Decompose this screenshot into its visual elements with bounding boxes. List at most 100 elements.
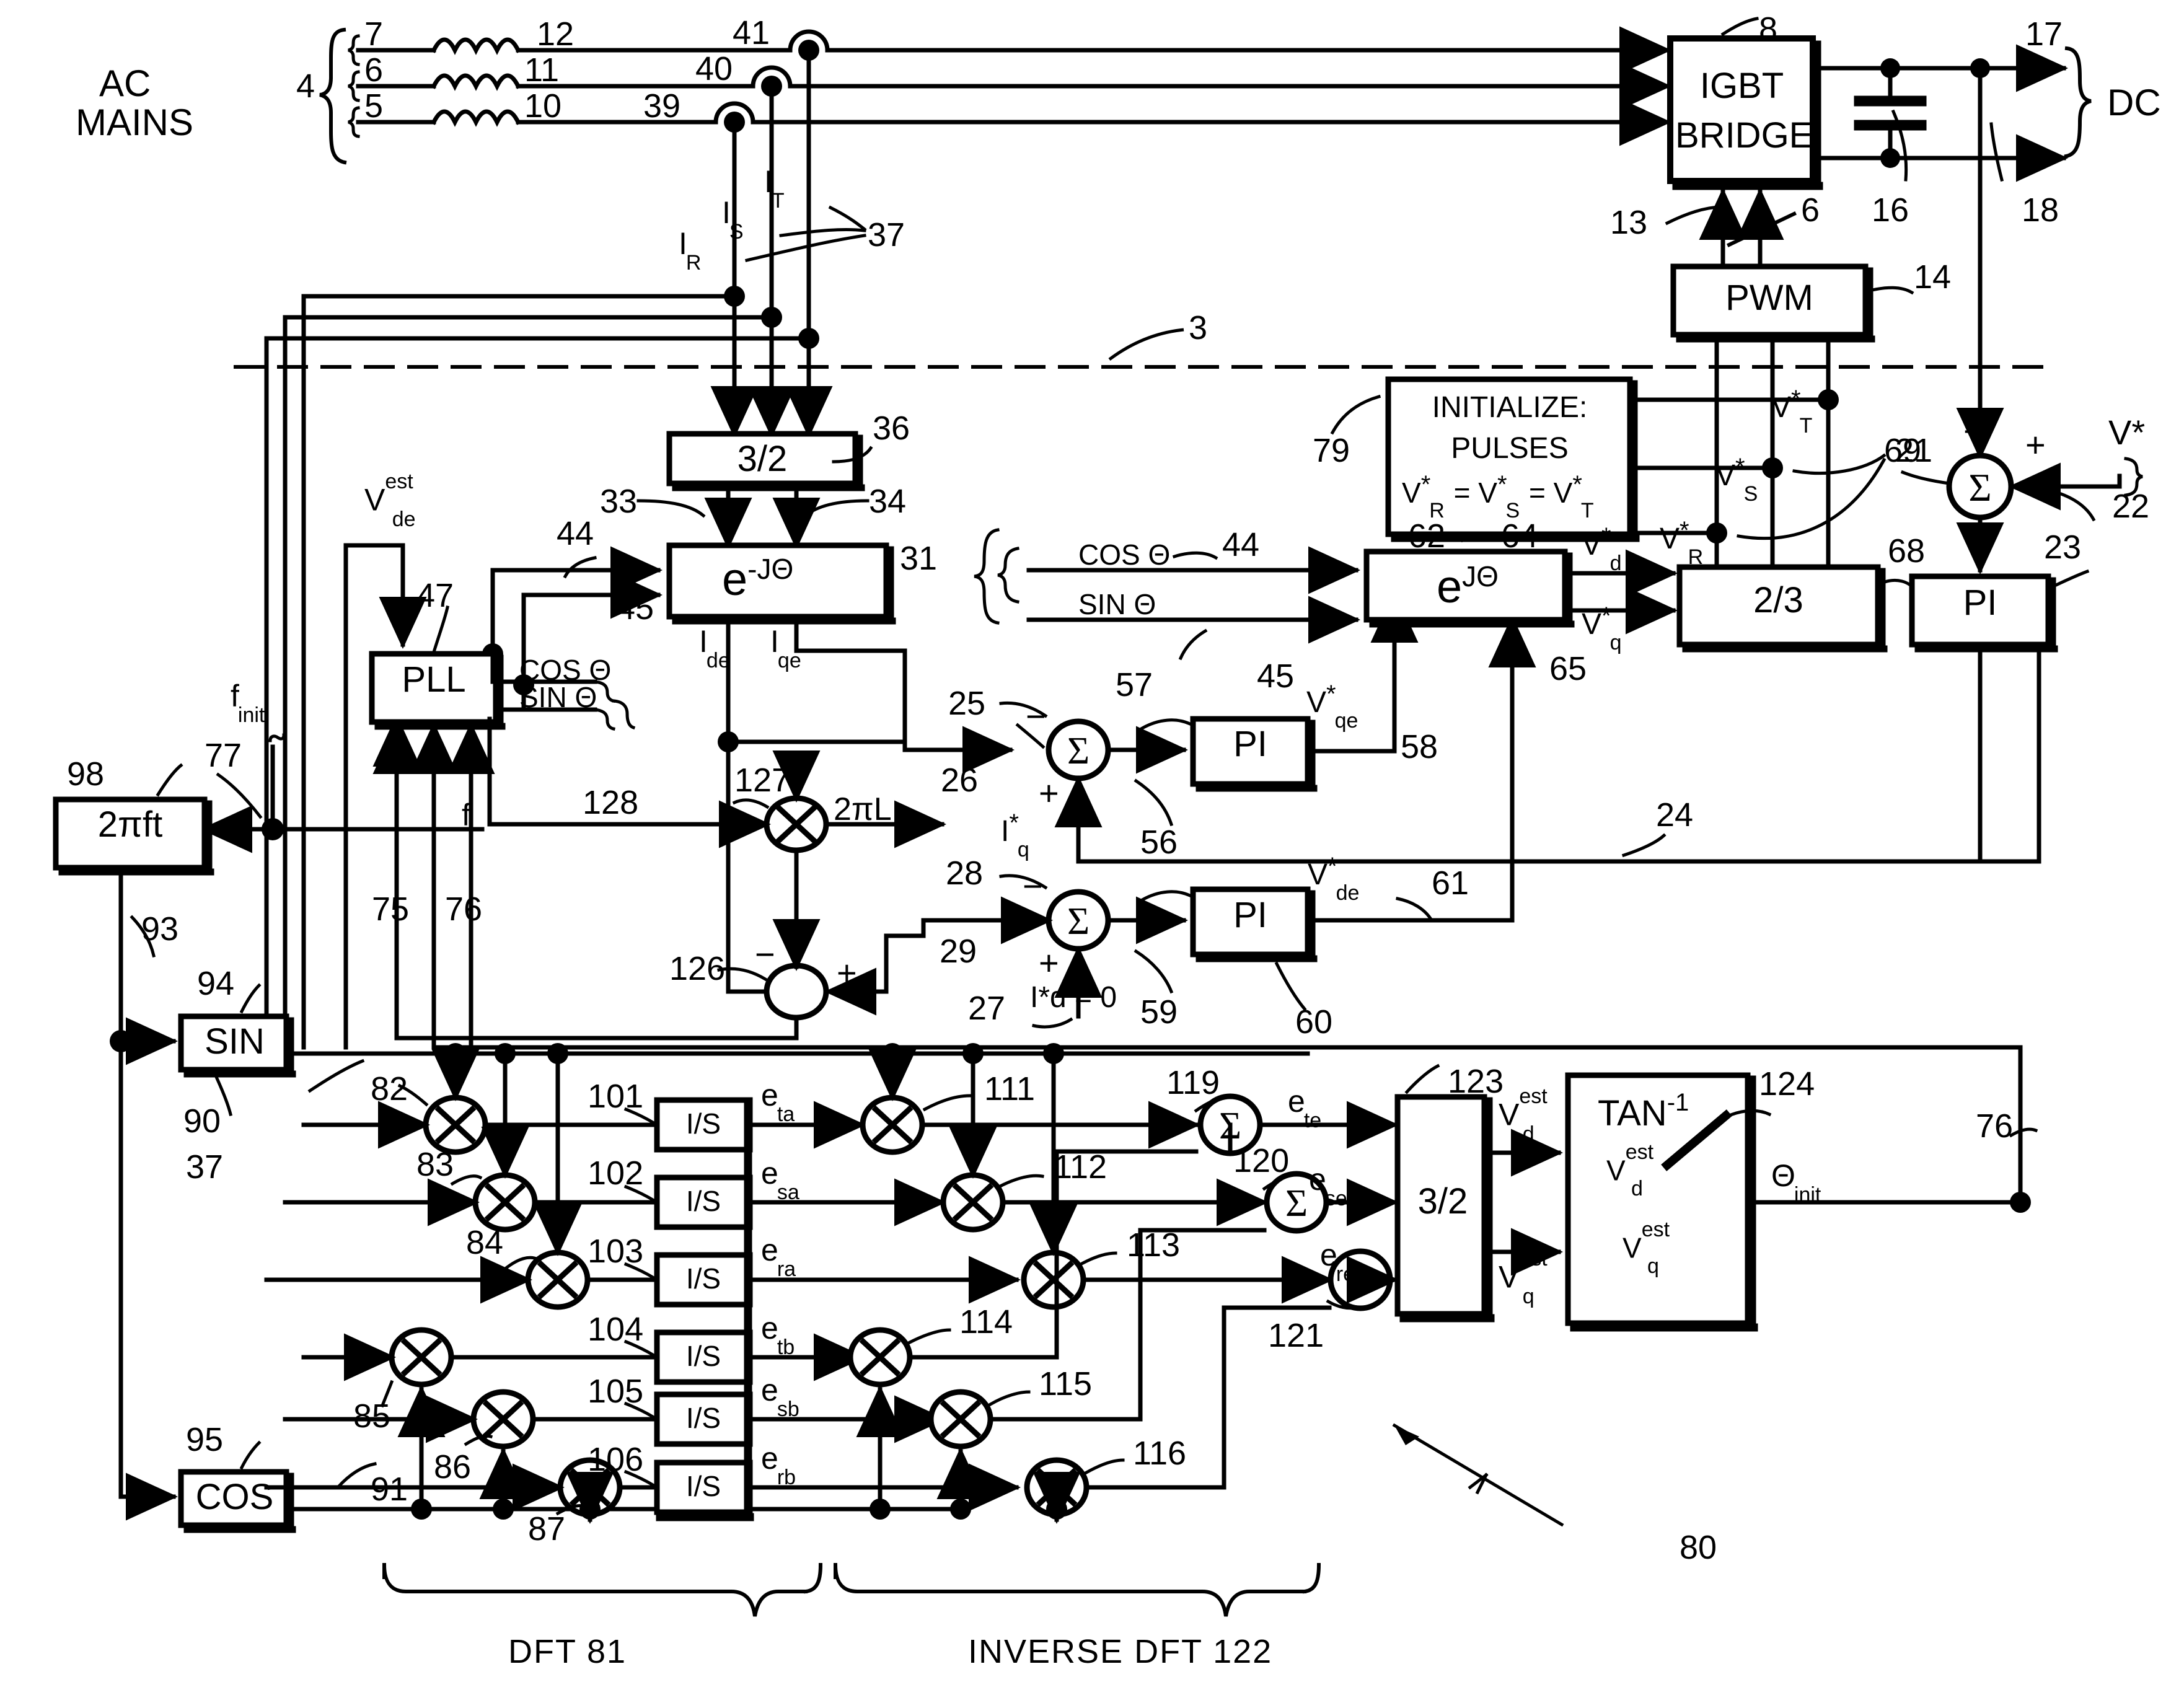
ref-128: 128 — [583, 784, 639, 821]
ref-106: 106 — [588, 1441, 644, 1478]
vqe-star-label: V*qe — [1306, 680, 1358, 733]
ref-127: 127 — [734, 762, 791, 799]
idft-out-ere: ere — [1320, 1238, 1355, 1286]
ref-68: 68 — [1888, 532, 1926, 570]
cos-theta-62-label: COS Θ — [1078, 539, 1171, 571]
dft-bracket-label: DFT 81 — [508, 1633, 627, 1670]
ref-65: 65 — [1549, 650, 1587, 687]
ref-6: 6 — [364, 51, 384, 89]
ref-16: 16 — [1872, 191, 1909, 229]
initialize-line2: PULSES — [1451, 432, 1569, 465]
ref-87: 87 — [528, 1510, 566, 1547]
pi-d-label: PI — [1233, 895, 1267, 935]
ref-64: 64 — [1501, 517, 1539, 555]
ref-10: 10 — [524, 87, 562, 125]
ref-115: 115 — [1039, 1365, 1093, 1402]
idft-out-ese: ese — [1309, 1162, 1347, 1210]
ref-26: 26 — [941, 762, 979, 799]
current-label-IS: IS — [722, 195, 744, 244]
idft-bracket-label: INVERSE DFT 122 — [968, 1633, 1273, 1670]
ref-23: 23 — [2044, 529, 2082, 566]
integrator-label-3: I/S — [685, 1262, 721, 1295]
vd-est-label: Vestd — [1499, 1085, 1548, 1146]
iqe-label: Iqe — [770, 624, 801, 672]
patent-figure-canvas: Σ Σ Σ Σ Σ Σ AC MAINS 4 7 6 5 12 11 10 41… — [0, 0, 2184, 1708]
sin-block-label: SIN — [205, 1021, 265, 1062]
ref-41: 41 — [733, 14, 770, 51]
ref-83: 83 — [416, 1146, 454, 1183]
ide-label: Ide — [699, 624, 730, 672]
igbt-bridge-label-2: BRIDGE — [1675, 115, 1813, 156]
ref-91: 91 — [371, 1471, 408, 1508]
vr-star-label: V*R — [1660, 517, 1704, 569]
ref-37-bottom: 37 — [186, 1148, 224, 1186]
ref-104: 104 — [588, 1311, 644, 1348]
theta-init-label: Θinit — [1771, 1158, 1821, 1207]
ref-82: 82 — [371, 1070, 408, 1107]
ref-80: 80 — [1680, 1529, 1717, 1566]
ac-mains-label-line2: MAINS — [76, 102, 194, 143]
ac-mains-label-line1: AC — [99, 63, 151, 104]
ref-31: 31 — [900, 540, 938, 577]
ref-86: 86 — [434, 1448, 472, 1486]
vs-star-label: V*S — [1715, 454, 1758, 506]
integrator-label-5: I/S — [685, 1402, 721, 1434]
ref-98: 98 — [67, 755, 105, 793]
ref-116: 116 — [1133, 1435, 1187, 1472]
ref-95: 95 — [186, 1421, 224, 1458]
v-star-ref-label: V* — [2108, 413, 2146, 452]
ref-13: 13 — [1610, 204, 1648, 241]
dc-label: DC — [2107, 82, 2161, 123]
ref-85: 85 — [353, 1398, 391, 1435]
vq-est-label: Vestq — [1499, 1247, 1548, 1308]
ref-45-left: 45 — [617, 589, 654, 627]
ref-47: 47 — [416, 577, 454, 614]
ref-11: 11 — [524, 51, 560, 89]
atan-denominator: Vestq — [1623, 1218, 1670, 1278]
svg-text:Σ: Σ — [1285, 1182, 1308, 1225]
ref-39: 39 — [643, 87, 681, 125]
f-init-label: finit — [231, 679, 265, 727]
integrator-label-2: I/S — [685, 1185, 721, 1217]
two-to-three-label: 2/3 — [1753, 580, 1803, 620]
ref-103: 103 — [588, 1233, 644, 1270]
pll-f-out: f — [462, 798, 470, 832]
sum-126-minus-sign: − — [755, 935, 775, 974]
idft-out-ete: ete — [1288, 1084, 1322, 1132]
ref-58: 58 — [1401, 728, 1438, 765]
ref-40: 40 — [695, 50, 733, 87]
cos-block-label: COS — [195, 1477, 274, 1517]
current-label-IR: IR — [679, 226, 702, 275]
vd-star-label: V*d — [1582, 523, 1622, 575]
ref-76-right: 76 — [1976, 1107, 2014, 1145]
ref-60: 60 — [1295, 1003, 1333, 1041]
svg-text:Σ: Σ — [1067, 730, 1090, 772]
ref-79: 79 — [1313, 432, 1350, 469]
ref-7: 7 — [364, 15, 384, 53]
ref-124: 124 — [1759, 1065, 1815, 1103]
ref-75: 75 — [372, 891, 410, 928]
exp-plus-jtheta-label: eJΘ — [1437, 560, 1499, 612]
schematic-drawing: Σ Σ Σ Σ Σ Σ — [53, 17, 2143, 1617]
atan-label: TAN-1 — [1598, 1089, 1689, 1134]
ref-62: 62 — [1408, 517, 1446, 555]
ref-17: 17 — [2025, 15, 2063, 53]
vde-est-label: Vestde — [364, 470, 416, 531]
dft-out-era: era — [761, 1233, 796, 1281]
id-star-zero-label: I*d = 0 — [1030, 981, 1117, 1014]
sum-28-minus-sign: − — [1023, 866, 1043, 905]
ref-90: 90 — [183, 1103, 221, 1140]
initialize-equation: V*R = V*S = V*T — [1402, 471, 1594, 523]
exp-minus-jtheta-label: e-JΘ — [722, 553, 794, 605]
pll-cos-out: COS Θ — [519, 654, 612, 686]
ref-76-left: 76 — [445, 891, 483, 928]
vde-star-label: V*de — [1308, 853, 1360, 905]
ref-14: 14 — [1914, 258, 1952, 296]
current-label-IT: IT — [764, 164, 785, 213]
ref-56: 56 — [1140, 824, 1178, 861]
sum-25-minus-sign: − — [1026, 697, 1046, 736]
vq-star-label: V*q — [1582, 602, 1622, 654]
ref-5: 5 — [364, 87, 384, 125]
ref-114: 114 — [959, 1303, 1013, 1340]
ref-113: 113 — [1127, 1226, 1181, 1264]
